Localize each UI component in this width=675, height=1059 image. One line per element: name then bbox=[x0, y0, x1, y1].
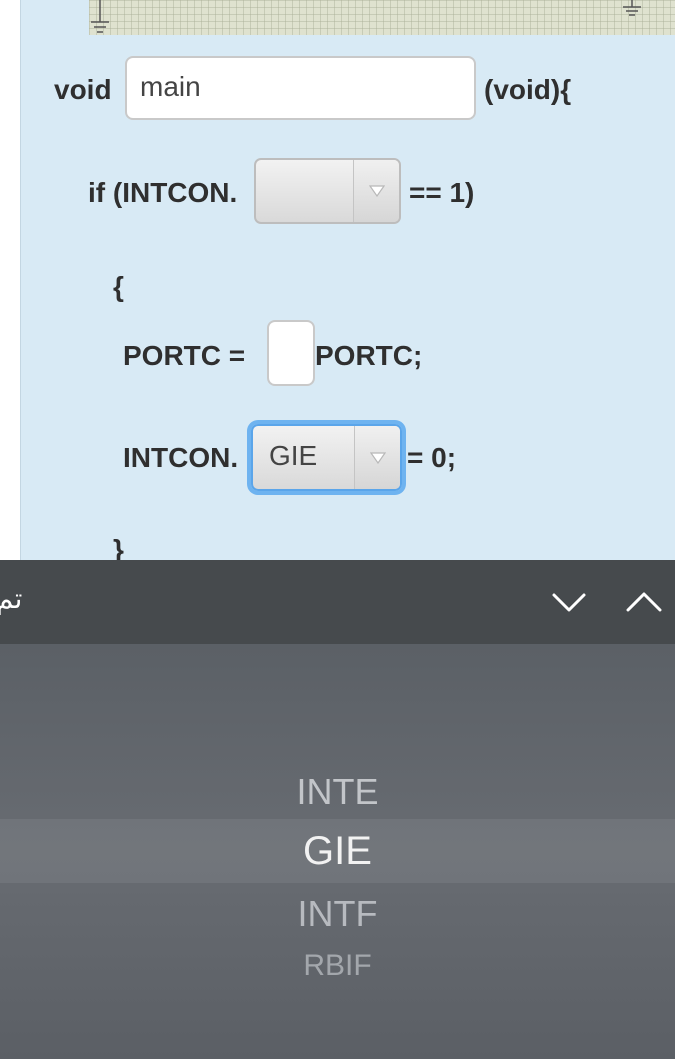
open-brace: { bbox=[113, 271, 124, 302]
dropdown-arrow bbox=[354, 426, 400, 489]
ground-symbol-icon bbox=[623, 0, 641, 16]
intcon-bit-select-value: GIE bbox=[269, 440, 318, 471]
picker-wheel[interactable]: INTE GIE INTF RBIF bbox=[0, 644, 675, 1059]
portc-end-text: PORTC; bbox=[315, 340, 423, 371]
intcon-suffix-text: = 0; bbox=[407, 442, 457, 473]
void-keyword: void bbox=[54, 74, 112, 105]
picker-option[interactable]: INTE bbox=[0, 771, 675, 813]
triangle-down-icon bbox=[368, 185, 385, 197]
dropdown-arrow bbox=[353, 160, 399, 222]
chevron-up-icon[interactable] bbox=[625, 584, 663, 620]
picker-option[interactable]: RBIF bbox=[0, 949, 675, 983]
operator-input[interactable] bbox=[267, 320, 315, 386]
intcon-bit-select[interactable]: GIE bbox=[251, 424, 402, 491]
picker-option[interactable]: INTF bbox=[0, 893, 675, 935]
if-condition-suffix: == 1) bbox=[409, 177, 475, 208]
picker-option-selected[interactable]: GIE bbox=[0, 829, 675, 874]
ground-symbol-icon bbox=[91, 0, 109, 33]
void-params-text: (void){ bbox=[484, 74, 572, 105]
portc-assign-text: PORTC = bbox=[123, 340, 246, 371]
done-button[interactable]: تم bbox=[0, 582, 22, 615]
circuit-diagram-strip bbox=[89, 0, 675, 35]
screen: void main (void){ if (INTCON. == 1) { PO… bbox=[0, 0, 675, 1059]
triangle-down-icon bbox=[369, 451, 386, 464]
if-condition-prefix: if (INTCON. bbox=[88, 177, 238, 208]
if-bit-select[interactable] bbox=[254, 158, 401, 224]
code-editor-panel: void main (void){ if (INTCON. == 1) { PO… bbox=[20, 0, 675, 565]
function-name-input[interactable]: main bbox=[125, 56, 476, 120]
chevron-down-icon[interactable] bbox=[551, 584, 587, 620]
picker-toolbar: تم bbox=[0, 560, 675, 644]
intcon-prefix-text: INTCON. bbox=[123, 442, 239, 473]
function-name-value: main bbox=[140, 71, 201, 102]
